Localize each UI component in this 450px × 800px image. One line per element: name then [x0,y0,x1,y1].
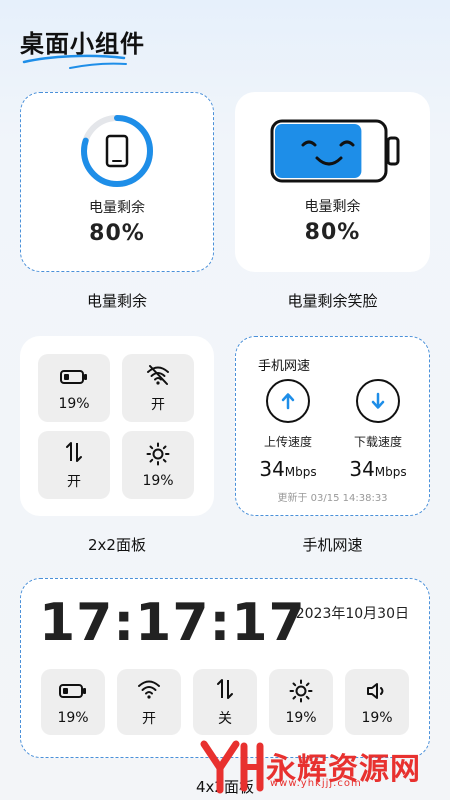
data-transfer-icon [217,679,233,699]
volume-icon [367,683,384,699]
upload-label: 上传速度 [263,435,312,449]
battery-smile-caption: 电量剩余笑脸 [287,292,378,310]
download-unit: Mbps [374,465,407,479]
battery-widget-caption: 电量剩余 [86,292,147,310]
panel-2x2-widget[interactable]: 19% 开 开 19% [20,336,214,516]
panel-2x2-caption: 2x2面板 [88,536,146,554]
download-circle [356,379,400,423]
battery-icon [59,684,86,698]
tile-brightness[interactable]: 19% [122,431,194,499]
brightness-icon [289,679,313,703]
tile-text: 19% [142,473,174,489]
smiling-battery-icon [270,119,400,183]
battery-smile-value: 80% [304,220,361,245]
brightness-icon [146,442,170,466]
tile-brightness[interactable]: 19% [269,669,333,735]
title-underline-decoration [22,54,127,69]
upload-value: 34Mbps [243,457,333,481]
upload-circle [266,379,310,423]
battery-icon [60,370,87,384]
battery-ring-icon [81,115,153,187]
clock-date: 2023年10月30日 [295,606,409,622]
tile-text: 关 [218,711,232,727]
tile-wifi[interactable]: 开 [122,354,194,422]
tile-text: 19% [57,710,89,726]
tile-text: 开 [142,711,156,727]
panel-4x2-widget[interactable]: 17:17:17 2023年10月30日 19% 开 关 19% 19% [20,578,430,758]
net-speed-caption: 手机网速 [302,536,363,554]
tile-text: 19% [285,710,317,726]
clock-time: 17:17:17 [39,593,306,653]
upload-unit: Mbps [284,465,317,479]
tile-text: 19% [361,710,393,726]
watermark: 永辉资源网 www.yhkjjj.com [196,738,421,794]
battery-smile-widget[interactable]: 电量剩余 80% [235,92,430,272]
watermark-url: www.yhkjjj.com [270,778,362,789]
upload-arrow-icon [281,393,295,410]
watermark-logo-icon [200,740,264,794]
net-speed-title: 手机网速 [258,359,311,374]
battery-label: 电量剩余 [89,200,145,216]
tile-text: 19% [58,396,90,412]
upload-number: 34 [259,457,285,481]
download-label: 下载速度 [353,435,402,449]
tile-text: 开 [67,474,81,490]
data-transfer-icon [66,442,82,462]
download-number: 34 [349,457,375,481]
download-arrow-icon [371,392,385,409]
tile-data[interactable]: 开 [38,431,110,499]
wifi-off-icon [147,365,169,385]
wifi-icon [138,680,160,699]
net-speed-updated: 更新于 03/15 14:38:33 [277,493,388,504]
download-value: 34Mbps [333,457,423,481]
battery-value: 80% [89,221,145,246]
tile-battery[interactable]: 19% [41,669,105,735]
battery-widget[interactable]: 电量剩余 80% [20,92,214,272]
tile-volume[interactable]: 19% [345,669,409,735]
tile-battery[interactable]: 19% [38,354,110,422]
net-speed-widget[interactable]: 手机网速 上传速度 下载速度 34Mbps 34Mbps 更新于 03/15 1… [235,336,430,516]
battery-smile-label: 电量剩余 [304,199,361,215]
tile-wifi[interactable]: 开 [117,669,181,735]
tile-text: 开 [151,397,165,413]
tile-data[interactable]: 关 [193,669,257,735]
